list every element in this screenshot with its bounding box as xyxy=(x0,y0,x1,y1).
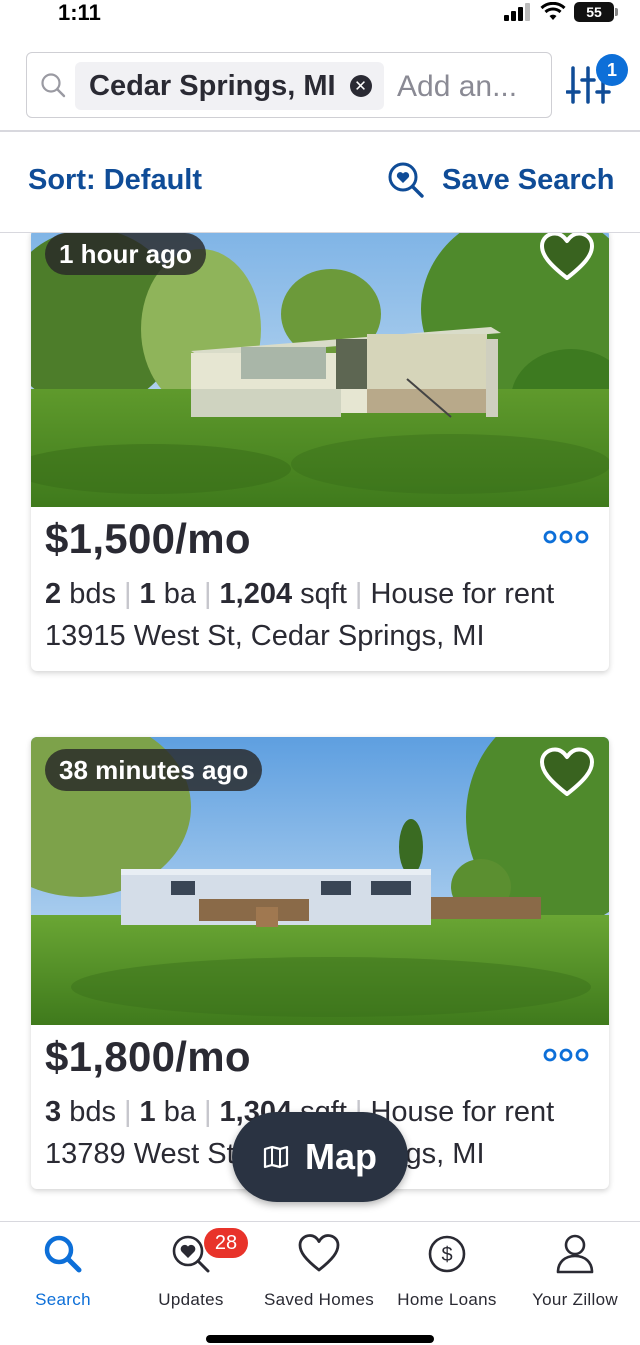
sqft-value: 1,204 xyxy=(219,578,293,610)
status-bar: 1:11 55 xyxy=(0,0,640,40)
nav-home-loans[interactable]: $ Home Loans xyxy=(383,1232,511,1316)
search-icon xyxy=(41,73,66,98)
beds-unit: bds xyxy=(69,1096,116,1128)
sort-button[interactable]: Sort: Default xyxy=(28,164,202,197)
search-input[interactable] xyxy=(397,67,543,107)
listing-time-badge: 38 minutes ago xyxy=(45,749,263,791)
save-search-label: Save Search xyxy=(442,163,615,196)
listing-type: House for rent xyxy=(370,1096,555,1128)
person-icon xyxy=(556,1234,594,1274)
location-chip[interactable]: Cedar Springs, MI ✕ xyxy=(75,62,384,110)
heart-icon[interactable] xyxy=(539,233,595,283)
updates-count-badge: 28 xyxy=(204,1228,248,1258)
sqft-unit: sqft xyxy=(300,578,347,610)
listing-info: $1,500/mo 2 bds | 1 ba | 1,204 sqft | House fo… xyxy=(31,507,609,671)
divider xyxy=(0,130,640,132)
baths-count: 1 xyxy=(139,578,156,610)
listing-time-badge: 1 hour ago xyxy=(45,233,206,275)
save-search-icon xyxy=(388,162,424,198)
beds-unit: bds xyxy=(69,578,116,610)
beds-count: 2 xyxy=(45,578,62,610)
listing-price: $1,800/mo xyxy=(45,1033,251,1080)
more-options-icon[interactable] xyxy=(543,1047,589,1063)
home-indicator[interactable] xyxy=(206,1335,434,1343)
signal-icon xyxy=(504,3,530,21)
nav-label: Saved Homes xyxy=(263,1290,375,1309)
status-icons: 55 xyxy=(504,2,618,22)
listing-facts: 2 bds | 1 ba | 1,204 sqft | House for rent xyxy=(45,578,555,610)
listing-feed[interactable]: 1 hour ago $1,500/mo 2 bds | 1 ba | 1,204 sq… xyxy=(0,233,640,1221)
battery-icon: 55 xyxy=(574,2,618,22)
nav-search[interactable]: Search xyxy=(0,1232,127,1316)
beds-count: 3 xyxy=(45,1096,62,1128)
map-button-label: Map xyxy=(305,1136,377,1177)
save-search-button[interactable]: Save Search xyxy=(386,160,615,200)
wifi-icon xyxy=(540,2,566,20)
search-icon xyxy=(44,1235,82,1273)
map-button[interactable]: Map xyxy=(232,1112,408,1202)
nav-saved-homes[interactable]: Saved Homes xyxy=(255,1232,383,1316)
listing-card[interactable]: 1 hour ago $1,500/mo 2 bds | 1 ba | 1,204 sq… xyxy=(31,233,609,671)
filter-count-badge: 1 xyxy=(596,54,628,86)
close-icon[interactable]: ✕ xyxy=(349,75,372,97)
baths-count: 1 xyxy=(139,1096,156,1128)
heart-icon xyxy=(298,1234,340,1272)
dollar-icon: $ xyxy=(428,1235,466,1273)
baths-unit: ba xyxy=(163,578,196,610)
location-chip-label: Cedar Springs, MI xyxy=(89,69,336,102)
status-time: 1:11 xyxy=(58,0,101,25)
listing-photo[interactable]: 38 minutes ago xyxy=(31,737,609,1025)
bottom-nav: Search Updates Saved Homes $ Home Loans … xyxy=(0,1221,640,1345)
map-icon xyxy=(263,1145,289,1169)
listing-type: House for rent xyxy=(370,578,555,610)
search-box[interactable]: Cedar Springs, MI ✕ xyxy=(26,52,552,118)
nav-label: Search xyxy=(35,1290,91,1309)
nav-label: Your Zillow xyxy=(532,1290,618,1309)
listing-photo[interactable]: 1 hour ago xyxy=(31,233,609,507)
svg-text:$: $ xyxy=(441,1244,452,1266)
listing-price: $1,500/mo xyxy=(45,515,251,562)
more-options-icon[interactable] xyxy=(543,529,589,545)
heart-icon[interactable] xyxy=(539,747,595,799)
baths-unit: ba xyxy=(163,1096,196,1128)
listing-address: 13915 West St, Cedar Springs, MI xyxy=(45,620,485,652)
nav-label: Home Loans xyxy=(397,1290,497,1309)
battery-level: 55 xyxy=(586,4,602,20)
nav-label: Updates xyxy=(158,1290,224,1309)
nav-your-zillow[interactable]: Your Zillow xyxy=(511,1232,639,1316)
